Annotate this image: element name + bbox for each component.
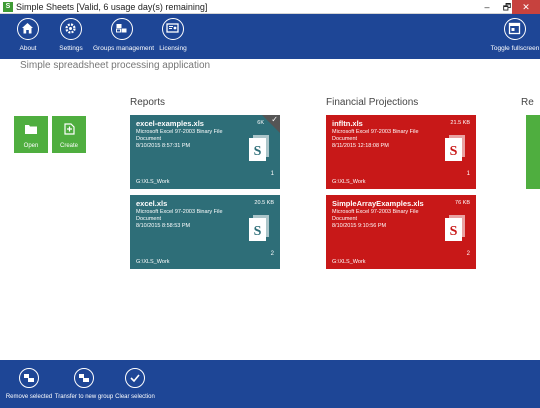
file-tile[interactable]: excel-examples.xls 6K ✓ Microsoft Excel … xyxy=(130,115,280,189)
file-path: G:\XLS_Work xyxy=(332,259,366,265)
minimize-button[interactable]: – xyxy=(477,0,497,14)
create-button[interactable]: Create xyxy=(52,116,86,153)
file-date: 8/10/2015 8:58:53 PM xyxy=(136,223,191,229)
file-date: 8/10/2015 8:57:31 PM xyxy=(136,143,191,149)
clear-label: Clear selection xyxy=(115,394,155,400)
file-tile[interactable]: infltn.xls 21.5 KB Microsoft Excel 97-20… xyxy=(326,115,476,189)
file-type: Microsoft Excel 97-2003 Binary File Docu… xyxy=(136,129,223,142)
file-size: 76 KB xyxy=(455,200,470,206)
remove-selected-button[interactable]: Remove selected xyxy=(4,368,54,401)
svg-text:S: S xyxy=(450,144,458,159)
licensing-label: Licensing xyxy=(159,45,187,52)
app-subtitle: Simple spreadsheet processing applicatio… xyxy=(20,60,211,71)
file-tile-partial[interactable] xyxy=(526,115,540,189)
new-document-icon xyxy=(64,123,75,135)
spreadsheet-doc-icon: S xyxy=(249,215,269,246)
licensing-button[interactable]: Licensing xyxy=(158,18,188,58)
file-type: Microsoft Excel 97-2003 Binary File Docu… xyxy=(332,129,419,142)
window-title: Simple Sheets [Valid, 6 usage day(s) rem… xyxy=(16,2,208,12)
group-title-financial: Financial Projections xyxy=(326,97,419,108)
file-path: G:\XLS_Work xyxy=(136,259,170,265)
create-label: Create xyxy=(59,143,78,149)
title-bar: S Simple Sheets [Valid, 6 usage day(s) r… xyxy=(0,0,540,14)
settings-button[interactable]: Settings xyxy=(58,18,84,58)
file-type: Microsoft Excel 97-2003 Binary File Docu… xyxy=(332,209,419,222)
file-index: 2 xyxy=(466,251,470,257)
gear-icon xyxy=(60,18,82,40)
app-window: S Simple Sheets [Valid, 6 usage day(s) r… xyxy=(0,0,540,408)
file-date: 8/11/2015 12:18:08 PM xyxy=(332,143,389,149)
remove-icon xyxy=(19,368,39,388)
fullscreen-label: Toggle fullscreen xyxy=(490,45,540,52)
home-icon xyxy=(17,18,39,40)
group-title-reports: Reports xyxy=(130,97,166,108)
close-button[interactable]: ✕ xyxy=(512,0,540,14)
about-label: About xyxy=(19,45,37,52)
file-path: G:\XLS_Work xyxy=(136,179,170,185)
spreadsheet-doc-icon: S xyxy=(249,135,269,166)
svg-text:S: S xyxy=(254,224,262,239)
remove-label: Remove selected xyxy=(5,394,53,400)
file-date: 8/10/2015 9:10:56 PM xyxy=(332,223,387,229)
groups-label: Groups management xyxy=(93,45,155,52)
file-index: 2 xyxy=(270,251,274,257)
svg-text:S: S xyxy=(450,224,458,239)
clear-check-icon xyxy=(125,368,145,388)
bottom-toolbar: Remove selected Transfer to new group Cl… xyxy=(0,360,540,408)
file-size: 21.5 KB xyxy=(450,120,470,126)
clear-selection-button[interactable]: Clear selection xyxy=(114,368,156,401)
file-name: SimpleArrayExamples.xls xyxy=(332,199,424,208)
settings-label: Settings xyxy=(59,45,83,52)
transfer-label: Transfer to new group xyxy=(54,394,114,400)
file-path: G:\XLS_Work xyxy=(332,179,366,185)
open-button[interactable]: Open xyxy=(14,116,48,153)
file-size: 20.5 KB xyxy=(254,200,274,206)
toggle-fullscreen-button[interactable]: Toggle fullscreen xyxy=(490,18,540,58)
spreadsheet-doc-icon: S xyxy=(445,215,465,246)
file-index: 1 xyxy=(466,171,470,177)
group-title-third: Re xyxy=(521,97,534,108)
about-button[interactable]: About xyxy=(16,18,40,58)
groups-icon xyxy=(111,18,133,40)
license-icon xyxy=(162,18,184,40)
file-name: excel.xls xyxy=(136,199,168,208)
fullscreen-icon xyxy=(504,18,526,40)
spreadsheet-doc-icon: S xyxy=(445,135,465,166)
file-tile[interactable]: SimpleArrayExamples.xls 76 KB Microsoft … xyxy=(326,195,476,269)
transfer-group-button[interactable]: Transfer to new group xyxy=(54,368,114,401)
app-logo-icon: S xyxy=(3,2,13,12)
folder-open-icon xyxy=(25,125,37,134)
check-icon: ✓ xyxy=(271,115,278,124)
file-index: 1 xyxy=(270,171,274,177)
file-tile[interactable]: excel.xls 20.5 KB Microsoft Excel 97-200… xyxy=(130,195,280,269)
file-type: Microsoft Excel 97-2003 Binary File Docu… xyxy=(136,209,223,222)
file-name: infltn.xls xyxy=(332,119,363,128)
groups-management-button[interactable]: Groups management xyxy=(93,18,155,58)
open-label: Open xyxy=(23,143,39,149)
transfer-icon xyxy=(74,368,94,388)
file-name: excel-examples.xls xyxy=(136,119,204,128)
svg-text:S: S xyxy=(254,144,262,159)
top-toolbar: About Settings Groups management Licensi… xyxy=(0,14,540,59)
